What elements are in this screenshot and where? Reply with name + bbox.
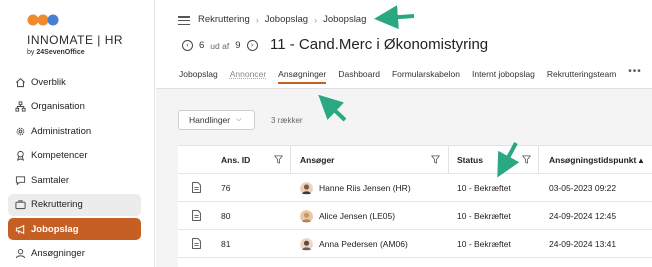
pager-current: 6	[199, 40, 205, 51]
more-tabs-icon[interactable]: •••	[628, 66, 642, 85]
menu-toggle-icon[interactable]	[178, 16, 190, 26]
cell-status: 10 - Bekræftet	[457, 211, 511, 221]
brand-sub-prefix: by	[27, 49, 35, 56]
cell-applicant[interactable]: Alice Jensen (LE05)	[300, 202, 395, 230]
brand-name: INNOMATE | HR	[27, 33, 124, 47]
cell-id: 80	[221, 211, 231, 221]
brand-logo: INNOMATE | HR by 24SevenOffice	[27, 13, 147, 63]
cell-id: 81	[221, 239, 231, 249]
sidebar-item-label: Ansøgninger	[31, 248, 85, 259]
document-icon[interactable]	[192, 238, 201, 249]
cell-applicant[interactable]: Hanne Riis Jensen (HR)	[300, 174, 411, 202]
table-toolbar: Handlinger ⌵ 3 rækker	[178, 110, 303, 130]
breadcrumb-item-current: Jobopslag	[323, 14, 367, 25]
tab-annoncer[interactable]: Annoncer	[230, 69, 266, 85]
sidebar-item-kompetencer[interactable]: Kompetencer	[8, 145, 141, 167]
pager-of-label: ud af	[210, 40, 230, 51]
sidebar-item-organisation[interactable]: Organisation	[8, 96, 141, 118]
document-icon[interactable]	[192, 210, 201, 221]
sort-up-icon[interactable]: ▲	[637, 146, 645, 174]
org-icon	[14, 101, 26, 113]
sidebar-item-label: Samtaler	[31, 174, 70, 186]
filter-icon[interactable]	[431, 155, 440, 164]
table-row[interactable]: 76 Hanne Riis Jensen (HR) 10 - Bekræftet…	[178, 174, 652, 202]
table-header-row: Ans. ID Ansøger Status Ansøgningstidspun…	[178, 146, 652, 174]
page-title: 11 - Cand.Merc i Økonomistyring	[270, 36, 489, 53]
breadcrumb: Rekruttering › Jobopslag › Jobopslag	[198, 14, 366, 25]
briefcase-icon	[14, 199, 26, 211]
megaphone-icon	[14, 223, 26, 235]
sidebar-item-ansogninger[interactable]: Ansøgninger	[8, 243, 141, 265]
tab-rekrutteringsteam[interactable]: Rekrutteringsteam	[547, 69, 616, 85]
avatar	[300, 181, 313, 195]
table-row[interactable]: 80 Alice Jensen (LE05) 10 - Bekræftet 24…	[178, 202, 652, 230]
filter-icon[interactable]	[274, 155, 283, 164]
sidebar-item-label: Administration	[31, 125, 92, 137]
tab-dashboard[interactable]: Dashboard	[338, 69, 380, 85]
column-header-status[interactable]: Status	[457, 146, 483, 174]
sidebar-nav: Overblik Organisation Administration Kom…	[8, 71, 141, 267]
sidebar-item-administration[interactable]: Administration	[8, 120, 141, 142]
row-count: 3 rækker	[271, 115, 303, 125]
avatar	[300, 209, 313, 223]
applications-table: Ans. ID Ansøger Status Ansøgningstidspun…	[178, 145, 652, 267]
sidebar-item-rekruttering[interactable]: Rekruttering	[8, 193, 141, 216]
tab-bar: Jobopslag Annoncer Ansøgninger Dashboard…	[179, 66, 642, 85]
prev-record-button[interactable]: ‹	[182, 40, 193, 51]
filter-icon[interactable]	[522, 155, 531, 164]
sidebar-item-label: Overblik	[31, 76, 66, 88]
breadcrumb-item[interactable]: Rekruttering	[198, 14, 250, 25]
home-icon	[14, 76, 26, 88]
sidebar-item-label: Rekruttering	[31, 199, 83, 210]
column-header-applicant[interactable]: Ansøger	[300, 146, 334, 174]
main-area: Rekruttering › Jobopslag › Jobopslag ‹ 6…	[156, 0, 652, 267]
next-record-button[interactable]: ›	[246, 40, 258, 51]
cell-time: 03-05-2023 09:22	[549, 183, 617, 193]
cell-time: 24-09-2024 12:45	[549, 211, 617, 221]
certificate-icon	[14, 150, 26, 162]
gear-icon	[14, 125, 26, 137]
applicant-name[interactable]: Alice Jensen (LE05)	[319, 211, 395, 221]
cell-time: 24-09-2024 13:41	[549, 239, 617, 249]
sidebar-item-samtaler[interactable]: Samtaler	[8, 169, 141, 191]
actions-dropdown[interactable]: Handlinger ⌵	[178, 110, 255, 130]
page-header: Rekruttering › Jobopslag › Jobopslag ‹ 6…	[156, 0, 652, 89]
sidebar-item-overblik[interactable]: Overblik	[8, 71, 141, 93]
breadcrumb-item[interactable]: Jobopslag	[265, 14, 308, 25]
table-row[interactable]: 81 Anna Pedersen (AM06) 10 - Bekræftet 2…	[178, 230, 652, 258]
chevron-right-icon: ›	[314, 14, 318, 25]
sidebar-item-label: Kompetencer	[31, 150, 88, 161]
innomate-logo-icon	[27, 14, 59, 26]
tab-internt-jobopslag[interactable]: Internt jobopslag	[472, 69, 535, 85]
cell-id: 76	[221, 183, 231, 193]
column-header-id[interactable]: Ans. ID	[221, 146, 250, 174]
applicant-name[interactable]: Anna Pedersen (AM06)	[319, 239, 408, 249]
chevron-down-icon: ⌵	[236, 116, 242, 123]
brand-subline: by 24SevenOffice	[27, 49, 85, 56]
chevron-right-icon: ›	[255, 14, 259, 25]
brand-sub-company: 24SevenOffice	[36, 49, 85, 56]
avatar	[300, 237, 313, 251]
sidebar: INNOMATE | HR by 24SevenOffice Overblik …	[0, 0, 155, 267]
tab-formularskabelon[interactable]: Formularskabelon	[392, 69, 460, 85]
cell-applicant[interactable]: Anna Pedersen (AM06)	[300, 230, 408, 258]
sidebar-item-label: Jobopslag	[31, 223, 79, 235]
chat-icon	[14, 174, 26, 186]
document-icon[interactable]	[192, 182, 201, 193]
applicant-name[interactable]: Hanne Riis Jensen (HR)	[319, 183, 411, 193]
user-icon	[14, 248, 26, 260]
pager-total: 9	[235, 40, 241, 51]
cell-status: 10 - Bekræftet	[457, 183, 511, 193]
record-pager: ‹ 6 ud af 9 ›	[179, 40, 261, 51]
actions-dropdown-label: Handlinger	[189, 115, 231, 125]
tab-ansogninger[interactable]: Ansøgninger	[278, 69, 327, 85]
column-header-time[interactable]: Ansøgningstidspunkt	[549, 146, 636, 174]
sidebar-item-jobopslag[interactable]: Jobopslag	[8, 218, 141, 240]
sidebar-item-label: Organisation	[31, 101, 85, 112]
tab-jobopslag[interactable]: Jobopslag	[179, 69, 218, 85]
cell-status: 10 - Bekræftet	[457, 239, 511, 249]
